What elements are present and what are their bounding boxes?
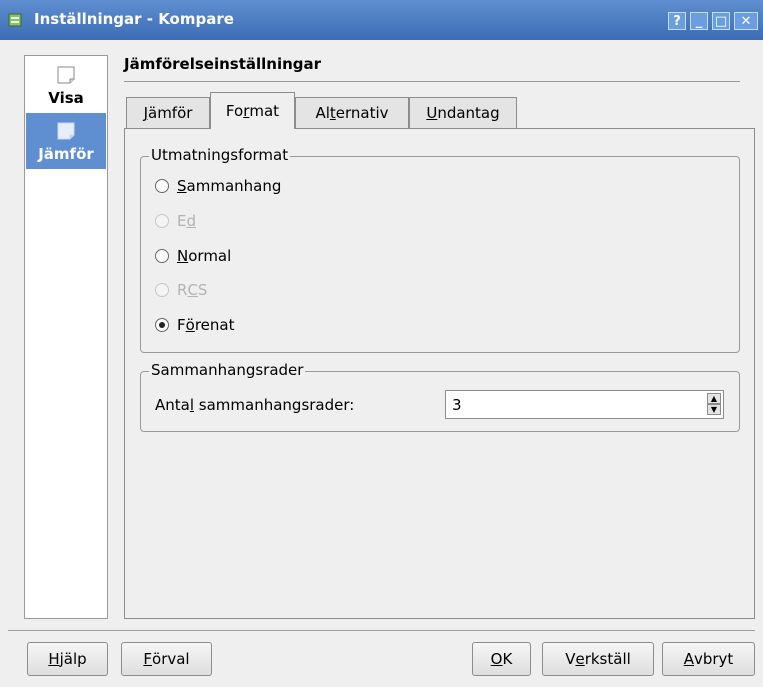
tab-jamfor[interactable]: Jämför: [126, 97, 210, 128]
title-bar: Inställningar - Kompare ? _ □ ✕: [0, 0, 763, 40]
page-title: Jämförelseinställningar: [124, 55, 322, 73]
close-icon[interactable]: ✕: [734, 12, 758, 30]
tab-undantag[interactable]: Undantag: [409, 97, 517, 128]
sidebar: Visa Jämför: [24, 55, 108, 619]
page-icon: [57, 122, 75, 140]
radio-ed[interactable]: Ed: [155, 210, 196, 232]
spin-up-icon[interactable]: ▲: [707, 393, 721, 404]
group-title: Utmatningsformat: [149, 146, 291, 164]
defaults-button[interactable]: Förval: [121, 642, 212, 676]
window-title: Inställningar - Kompare: [34, 10, 234, 28]
button-divider: [8, 630, 755, 631]
group-title: Sammanhangsrader: [149, 361, 306, 379]
sidebar-item-label: Visa: [48, 89, 84, 107]
sidebar-item-label: Jämför: [38, 145, 94, 163]
radio-forenat[interactable]: Fö renat: [155, 314, 234, 336]
minimize-icon[interactable]: _: [690, 12, 708, 30]
help-button[interactable]: Hjälp: [27, 642, 108, 676]
page-icon: [57, 66, 75, 84]
ok-button[interactable]: OK: [472, 642, 531, 676]
radio-button-checked[interactable]: [155, 318, 169, 332]
help-icon[interactable]: ?: [668, 12, 686, 30]
radio-rcs[interactable]: RCS: [155, 279, 207, 301]
context-lines-label: Antal sammanhangsrader:: [155, 396, 355, 414]
spin-down-icon[interactable]: ▼: [707, 404, 721, 415]
cancel-button[interactable]: Avbryt: [662, 642, 755, 676]
radio-button[interactable]: [155, 179, 169, 193]
radio-normal[interactable]: Normal: [155, 245, 231, 267]
header-divider: [124, 81, 740, 82]
tab-format[interactable]: Fo r mat: [210, 92, 295, 129]
sidebar-item-visa[interactable]: Visa: [26, 57, 106, 113]
maximize-icon[interactable]: □: [712, 12, 730, 30]
context-lines-spinbox[interactable]: 3 ▲ ▼: [445, 390, 724, 419]
apply-button[interactable]: Ve rkställ: [542, 642, 654, 676]
output-format-group: Utmatningsformat Sammanhang Ed Normal RC…: [140, 146, 740, 353]
radio-sammanhang[interactable]: Sammanhang: [155, 175, 281, 197]
spinbox-value[interactable]: 3: [452, 396, 462, 414]
tab-alternativ[interactable]: Al t ernativ: [295, 97, 409, 128]
radio-button[interactable]: [155, 214, 169, 228]
sidebar-item-jamfor[interactable]: Jämför: [26, 113, 106, 169]
kompare-app-icon: [8, 13, 22, 27]
radio-button[interactable]: [155, 283, 169, 297]
radio-button[interactable]: [155, 249, 169, 263]
